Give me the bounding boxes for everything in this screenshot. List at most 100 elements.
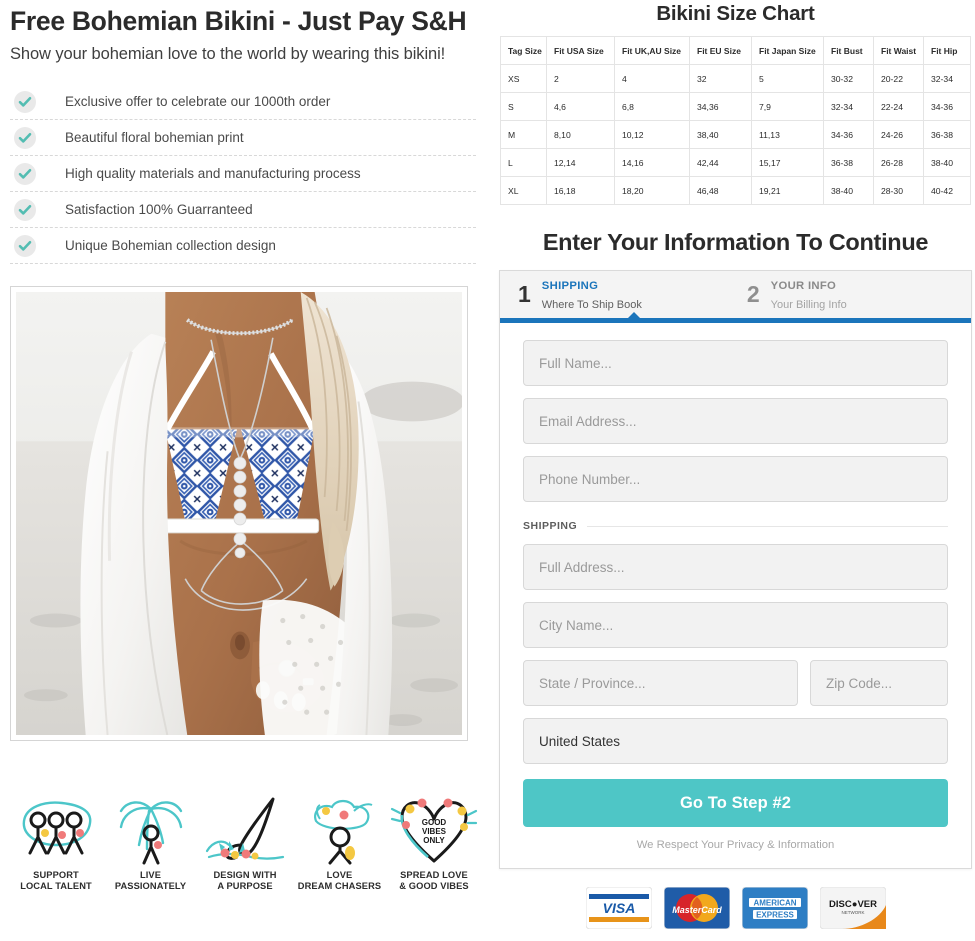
landing-page: Free Bohemian Bikini - Just Pay S&H Show… — [0, 0, 975, 941]
full-name-input[interactable] — [523, 340, 948, 386]
table-row: S 4,6 6,8 34,36 7,9 32-34 22-24 34-36 — [500, 92, 971, 121]
benefit-label: Exclusive offer to celebrate our 1000th … — [65, 94, 331, 110]
paintbrush-flowers-icon — [199, 795, 291, 867]
svg-text:VIBES: VIBES — [422, 827, 447, 836]
size-chart-title: Bikini Size Chart — [656, 2, 815, 25]
size-chart-table: Tag Size Fit USA Size Fit UK,AU Size Fit… — [500, 36, 971, 205]
three-people-icon — [10, 795, 102, 867]
country-select[interactable] — [523, 718, 948, 764]
table-cell: XS — [500, 64, 547, 93]
step-label: YOUR INFO — [770, 279, 837, 292]
brand-value-label: LOVE DREAM CHASERS — [297, 870, 382, 892]
column-header: Fit USA Size — [546, 36, 615, 65]
svg-text:DISC●VER: DISC●VER — [829, 899, 877, 910]
shipping-section-label: SHIPPING — [523, 520, 578, 532]
step-number: 2 — [746, 281, 760, 307]
table-cell: 10,12 — [614, 120, 690, 149]
table-cell: 38-40 — [823, 176, 874, 205]
column-header: Fit Japan Size — [751, 36, 824, 65]
city-input[interactable] — [523, 602, 948, 648]
table-row: XL 16,18 18,20 46,48 19,21 38-40 28-30 4… — [500, 176, 971, 205]
step-description: Where To Ship Book — [541, 298, 642, 311]
table-cell: S — [500, 92, 547, 121]
zip-input[interactable] — [810, 660, 948, 706]
brand-value-item: GOOD VIBES ONLY SPREAD LOVE & GOOD VIBES — [388, 795, 480, 892]
table-row: L 12,14 14,16 42,44 15,17 36-38 26-28 38… — [500, 148, 971, 177]
list-item: Exclusive offer to celebrate our 1000th … — [10, 84, 476, 121]
check-icon — [14, 90, 36, 113]
check-icon — [14, 162, 36, 185]
step-shipping[interactable]: 1 SHIPPING Where To Ship Book — [518, 276, 642, 314]
step-number: 1 — [518, 281, 531, 307]
step-your-info[interactable]: 2 YOUR INFO Your Billing Info — [747, 276, 847, 314]
table-cell: 38,40 — [689, 120, 752, 149]
brand-value-item: LOVE DREAM CHASERS — [294, 795, 386, 892]
table-cell: 34,36 — [689, 92, 752, 121]
email-input[interactable] — [523, 398, 948, 444]
go-to-step-2-button[interactable]: Go To Step #2 — [523, 779, 948, 827]
offer-column: Free Bohemian Bikini - Just Pay S&H Show… — [0, 0, 490, 941]
table-cell: 32-34 — [823, 92, 874, 121]
phone-input[interactable] — [523, 456, 948, 502]
brand-values-row: SUPPORT LOCAL TALENT LIVE PASSIONATELY D… — [10, 782, 480, 892]
brand-value-label: LIVE PASSIONATELY — [114, 870, 187, 892]
table-cell: L — [500, 148, 547, 177]
brand-value-label: SUPPORT LOCAL TALENT — [20, 870, 92, 892]
benefit-label: Unique Bohemian collection design — [65, 238, 276, 254]
product-image — [10, 286, 468, 742]
check-icon — [14, 234, 36, 257]
table-cell: 4,6 — [546, 92, 615, 121]
table-cell: 16,18 — [546, 176, 615, 205]
table-cell: 2 — [546, 64, 615, 93]
column-header: Fit Hip — [923, 36, 971, 65]
table-cell: 36-38 — [923, 120, 971, 149]
table-cell: 26-28 — [873, 148, 924, 177]
brand-value-item: LIVE PASSIONATELY — [105, 795, 197, 892]
form-body: SHIPPING Go To Step #2 We Respect Your P… — [500, 323, 971, 868]
step-label: SHIPPING — [541, 279, 599, 292]
svg-text:EXPRESS: EXPRESS — [756, 911, 794, 920]
table-cell: 7,9 — [751, 92, 824, 121]
page-title: Free Bohemian Bikini - Just Pay S&H — [10, 6, 467, 36]
list-item: High quality materials and manufacturing… — [10, 156, 476, 193]
benefit-label: Satisfaction 100% Guarranteed — [65, 202, 253, 218]
table-cell: 4 — [614, 64, 690, 93]
table-cell: 11,13 — [751, 120, 824, 149]
table-cell: 8,10 — [546, 120, 615, 149]
order-form-panel: 1 SHIPPING Where To Ship Book 2 YOUR INF… — [499, 270, 972, 869]
divider-line — [587, 525, 948, 527]
table-cell: 46,48 — [689, 176, 752, 205]
table-cell: 5 — [751, 64, 824, 93]
privacy-note: We Respect Your Privacy & Information — [636, 839, 835, 851]
column-header: Fit UK,AU Size — [614, 36, 690, 65]
table-cell: XL — [500, 176, 547, 205]
svg-text:MasterCard: MasterCard — [672, 905, 722, 915]
shipping-section-divider: SHIPPING — [523, 520, 948, 532]
checkout-steps: 1 SHIPPING Where To Ship Book 2 YOUR INF… — [500, 271, 971, 323]
brand-value-item: SUPPORT LOCAL TALENT — [10, 795, 102, 892]
table-cell: 18,20 — [614, 176, 690, 205]
column-header: Fit Waist — [873, 36, 924, 65]
benefits-list: Exclusive offer to celebrate our 1000th … — [10, 84, 476, 265]
state-input[interactable] — [523, 660, 798, 706]
table-cell: M — [500, 120, 547, 149]
list-item: Beautiful floral bohemian print — [10, 120, 476, 157]
table-cell: 14,16 — [614, 148, 690, 177]
table-cell: 38-40 — [923, 148, 971, 177]
brand-value-label: DESIGN WITH A PURPOSE — [213, 870, 277, 892]
state-zip-row — [523, 660, 948, 718]
column-header: Fit Bust — [823, 36, 874, 65]
table-cell: 20-22 — [873, 64, 924, 93]
column-header: Tag Size — [500, 36, 547, 65]
table-cell: 12,14 — [546, 148, 615, 177]
table-cell: 30-32 — [823, 64, 874, 93]
address-input[interactable] — [523, 544, 948, 590]
table-row: XS 2 4 32 5 30-32 20-22 32-34 — [500, 64, 971, 93]
column-header: Fit EU Size — [689, 36, 752, 65]
table-cell: 22-24 — [873, 92, 924, 121]
discover-card-icon: DISC●VER NETWORK — [819, 887, 886, 929]
visa-card-icon: VISA — [585, 887, 652, 929]
dreamer-person-icon — [294, 795, 386, 867]
svg-text:VISA: VISA — [602, 900, 635, 916]
list-item: Unique Bohemian collection design — [10, 228, 476, 265]
